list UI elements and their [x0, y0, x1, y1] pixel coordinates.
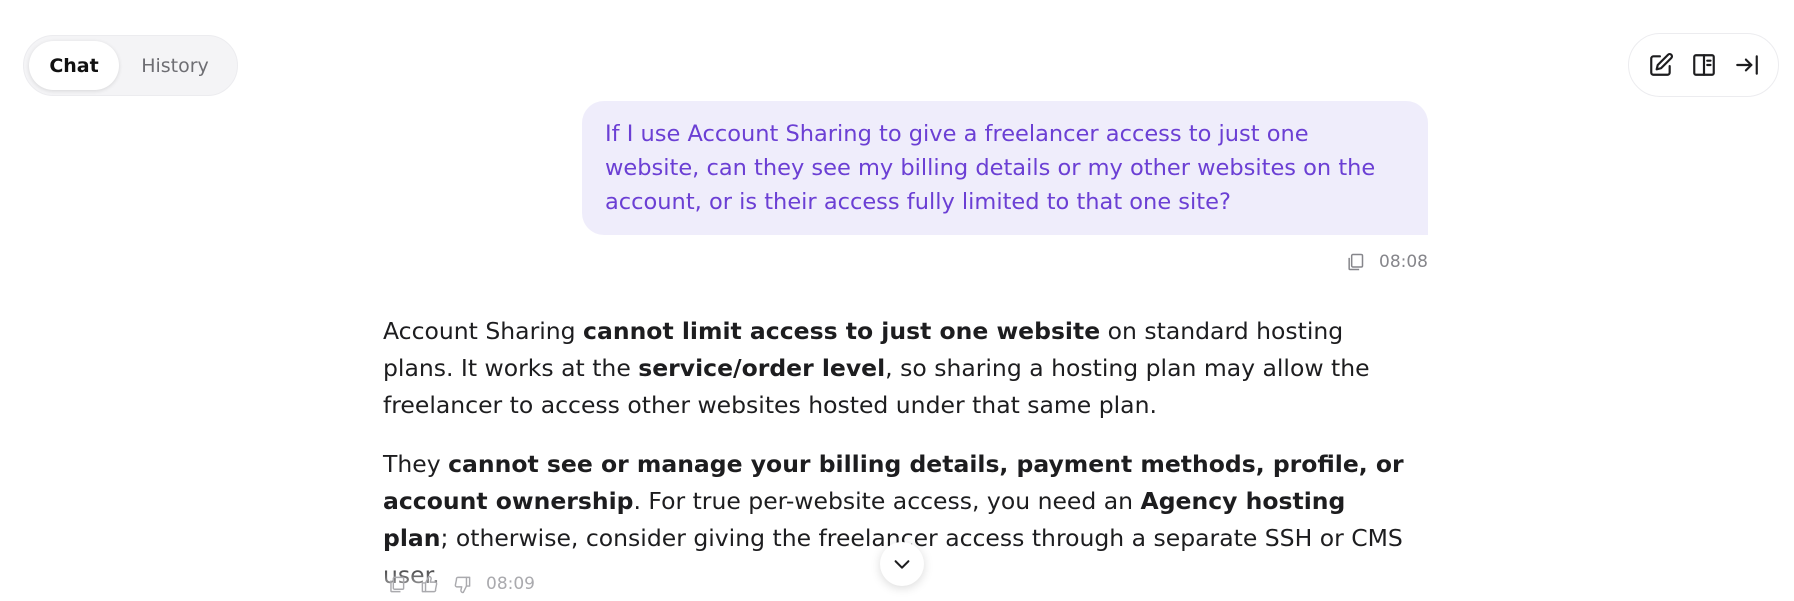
copy-button[interactable] [387, 575, 406, 594]
tab-history[interactable]: History [119, 41, 231, 90]
copy-button[interactable] [1345, 252, 1365, 272]
new-chat-button[interactable] [1643, 47, 1679, 83]
edit-icon [1649, 53, 1673, 76]
text-span: Account Sharing [383, 317, 584, 345]
top-toolbar [1628, 33, 1779, 97]
assistant-paragraph-1: Account Sharing cannot limit access to j… [383, 313, 1413, 424]
user-message-time: 08:08 [1379, 252, 1428, 272]
text-span: They [383, 450, 449, 478]
assistant-message-meta: 08:09 [387, 574, 535, 594]
user-message-bubble: If I use Account Sharing to give a freel… [582, 101, 1428, 235]
thumbs-down-button[interactable] [453, 575, 472, 594]
copy-icon [390, 576, 405, 592]
side-panel-icon [1692, 54, 1715, 76]
collapse-panel-button[interactable] [1729, 47, 1765, 83]
thumbs-up-button[interactable] [420, 575, 439, 594]
tab-chat[interactable]: Chat [29, 41, 119, 90]
chat-app: Chat History If I use Account Sharing to… [0, 0, 1794, 601]
assistant-message-time: 08:09 [486, 574, 535, 594]
thumbs-down-icon [454, 576, 471, 593]
side-panel-button[interactable] [1686, 47, 1722, 83]
copy-icon [1348, 253, 1364, 271]
collapse-right-icon [1735, 55, 1758, 75]
user-message-meta: 08:08 [1340, 252, 1428, 272]
scroll-down-button[interactable] [880, 542, 924, 586]
bold-span: cannot limit access to just one website [583, 317, 1101, 345]
chevron-down-icon [894, 560, 910, 569]
bold-span: service/order level [638, 354, 886, 382]
thumbs-up-icon [421, 575, 438, 592]
text-span: . For true per-website access, you need … [633, 487, 1141, 515]
tab-switcher: Chat History [23, 35, 238, 96]
